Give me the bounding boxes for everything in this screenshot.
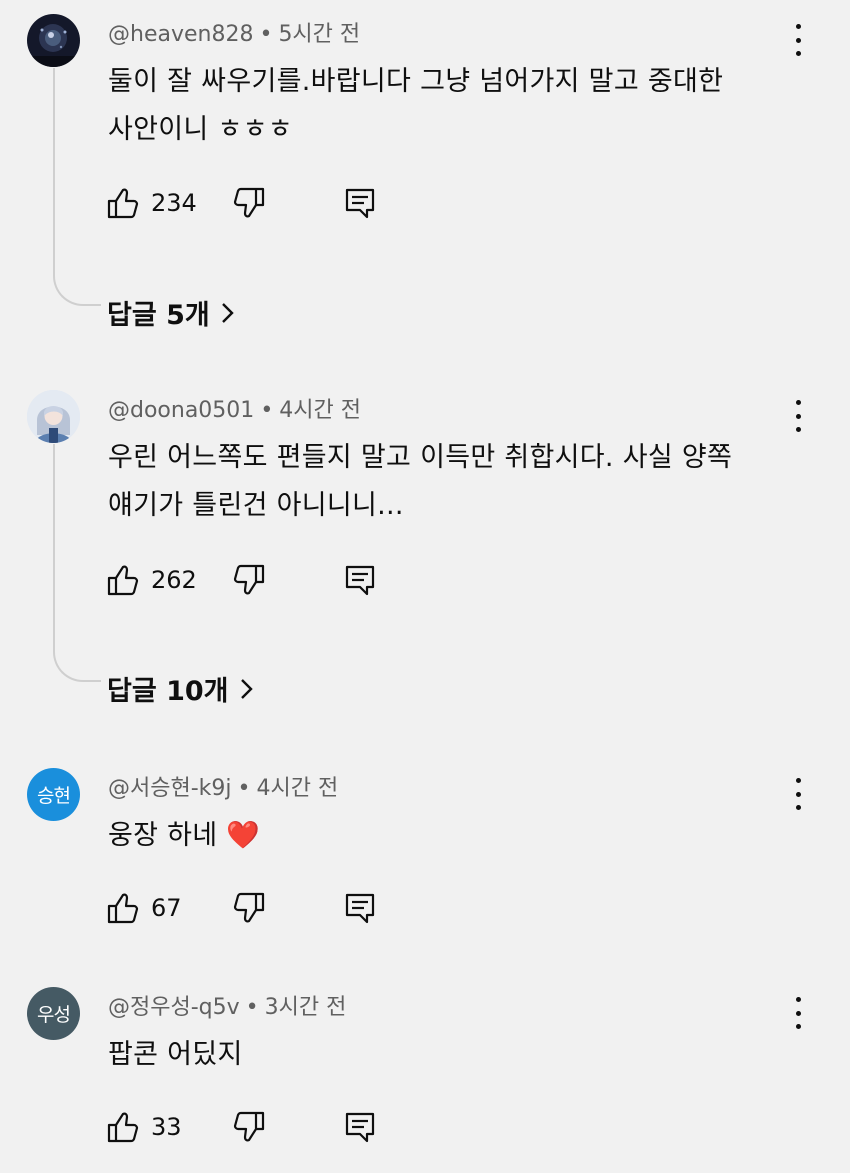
thumbs-down-icon[interactable] bbox=[232, 1110, 266, 1144]
comment-text-line: 웅장 하네 ❤️ bbox=[108, 820, 261, 851]
comment-time: 5시간 전 bbox=[278, 22, 361, 47]
comment-actions: 262 bbox=[106, 563, 406, 603]
comment-meta: @doona0501 • 4시간 전 bbox=[108, 398, 362, 423]
dark-fireworks-avatar-icon bbox=[27, 14, 80, 67]
comment-text-line: 둘이 잘 싸우기를.바랍니다 그냥 넘어가지 말고 중대한 bbox=[108, 66, 724, 97]
avatar[interactable]: 우성 bbox=[27, 987, 80, 1040]
comment-time: 4시간 전 bbox=[256, 776, 339, 801]
avatar-initials: 승현 bbox=[37, 785, 71, 807]
replies-label: 답글 5개 bbox=[107, 300, 210, 331]
comment-meta: @서승현-k9j • 4시간 전 bbox=[108, 776, 339, 801]
comment-text: 팝콘 어딨지 bbox=[108, 1031, 788, 1079]
thumbs-up-icon[interactable] bbox=[106, 891, 140, 925]
view-replies-button[interactable]: 답글 5개 bbox=[107, 293, 236, 332]
like-count: 234 bbox=[151, 189, 197, 217]
comment-meta: @정우성-q5v • 3시간 전 bbox=[108, 995, 347, 1020]
more-vertical-icon[interactable] bbox=[786, 778, 810, 810]
avatar-initials: 우성 bbox=[37, 1004, 71, 1026]
comment-text-line: 사안이니 ㅎㅎㅎ bbox=[108, 114, 293, 145]
chevron-right-icon bbox=[240, 678, 253, 699]
reply-comment-icon[interactable] bbox=[343, 186, 377, 220]
view-replies-button[interactable]: 답글 10개 bbox=[107, 669, 255, 708]
like-count: 262 bbox=[151, 566, 197, 594]
thumbs-down-icon[interactable] bbox=[232, 891, 266, 925]
anime-character-avatar-icon bbox=[27, 390, 80, 443]
more-vertical-icon[interactable] bbox=[786, 400, 810, 432]
reply-comment-icon[interactable] bbox=[343, 891, 377, 925]
comment-text-line: 우린 어느쪽도 편들지 말고 이득만 취합시다. 사실 양쪽 bbox=[108, 442, 733, 473]
like-count: 33 bbox=[151, 1113, 182, 1141]
like-count: 67 bbox=[151, 894, 182, 922]
comment-author[interactable]: @doona0501 bbox=[108, 398, 254, 423]
comment-text: 웅장 하네 ❤️ bbox=[108, 812, 788, 860]
reply-comment-icon[interactable] bbox=[343, 1110, 377, 1144]
thumbs-down-icon[interactable] bbox=[232, 563, 266, 597]
comment-actions: 234 bbox=[106, 186, 406, 226]
thumbs-up-icon[interactable] bbox=[106, 563, 140, 597]
comment-text-line: 얘기가 틀린건 아니니니... bbox=[108, 490, 404, 521]
avatar[interactable]: 승현 bbox=[27, 768, 80, 821]
chevron-right-icon bbox=[221, 302, 234, 323]
comment-text: 우린 어느쪽도 편들지 말고 이득만 취합시다. 사실 양쪽 얘기가 틀린건 아… bbox=[108, 434, 788, 530]
comment-author[interactable]: @heaven828 bbox=[108, 22, 253, 47]
reply-comment-icon[interactable] bbox=[343, 563, 377, 597]
replies-label: 답글 10개 bbox=[107, 676, 229, 707]
more-vertical-icon[interactable] bbox=[786, 24, 810, 56]
comment-text: 둘이 잘 싸우기를.바랍니다 그냥 넘어가지 말고 중대한 사안이니 ㅎㅎㅎ bbox=[108, 58, 788, 154]
comment-author[interactable]: @정우성-q5v bbox=[108, 995, 240, 1020]
comment-text-line: 팝콘 어딨지 bbox=[108, 1039, 243, 1070]
comment-time: 3시간 전 bbox=[264, 995, 347, 1020]
thumbs-down-icon[interactable] bbox=[232, 186, 266, 220]
comment-actions: 33 bbox=[106, 1110, 406, 1150]
comment-meta: @heaven828 • 5시간 전 bbox=[108, 22, 361, 47]
reply-thread-line bbox=[53, 444, 101, 682]
reply-thread-line bbox=[53, 68, 101, 306]
thumbs-up-icon[interactable] bbox=[106, 186, 140, 220]
avatar[interactable] bbox=[27, 390, 80, 443]
avatar[interactable] bbox=[27, 14, 80, 67]
comment-time: 4시간 전 bbox=[279, 398, 362, 423]
comment-author[interactable]: @서승현-k9j bbox=[108, 776, 232, 801]
more-vertical-icon[interactable] bbox=[786, 997, 810, 1029]
thumbs-up-icon[interactable] bbox=[106, 1110, 140, 1144]
comment-actions: 67 bbox=[106, 891, 406, 931]
